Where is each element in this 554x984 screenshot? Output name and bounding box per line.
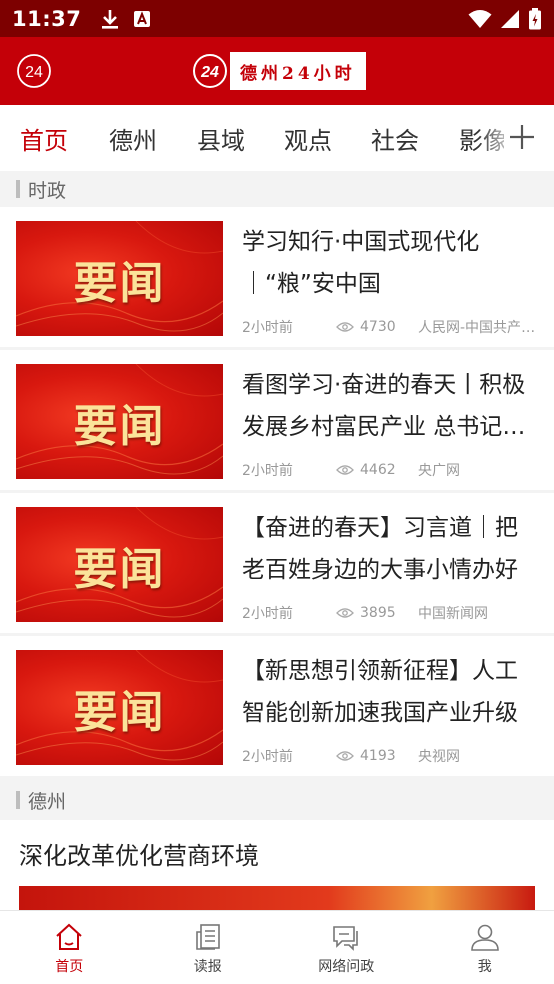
chat-icon (333, 925, 359, 951)
signal-icon (501, 9, 519, 28)
featured-title: 深化改革优化营商环境 (19, 842, 259, 870)
section-title: 德州 (28, 790, 67, 813)
tab-home[interactable]: 首页 (16, 121, 72, 174)
eye-icon (336, 608, 354, 618)
logo-24-icon[interactable]: 24 (16, 53, 52, 89)
news-thumbnail: 要闻 (16, 650, 223, 765)
news-time: 2小时前 (242, 463, 293, 479)
news-time: 2小时前 (242, 320, 293, 336)
brand-logo: 24 德州24小时 (192, 51, 366, 91)
status-bar: 11:37 (0, 0, 554, 37)
brand-24-icon: 24 (193, 54, 227, 88)
status-time: 11:37 (12, 6, 82, 31)
nav-online-inquiry[interactable]: 网络问政 (277, 911, 416, 984)
a-letter-icon (134, 10, 151, 27)
thumb-text: 要闻 (73, 686, 166, 738)
news-thumbnail: 要闻 (16, 507, 223, 622)
news-source: 人民网-中国共产党新闻网 (418, 320, 538, 336)
news-source: 中国新闻网 (418, 606, 488, 622)
section-header-politics: 时政 (0, 171, 554, 207)
section-header-dezhou: 德州 (0, 782, 554, 818)
download-icon (102, 9, 119, 29)
tab-society[interactable]: 社会 (367, 121, 423, 156)
logo-small-text: 24 (25, 64, 43, 81)
news-views: 4730 (360, 319, 396, 335)
thumb-text: 要闻 (73, 257, 166, 309)
thumb-text: 要闻 (73, 543, 166, 595)
news-meta: 2小时前 4730 人民网-中国共产党新闻网 (242, 317, 538, 337)
news-views: 4193 (360, 748, 396, 764)
nav-newspaper[interactable]: 读报 (139, 911, 278, 984)
news-item[interactable]: 要闻 【奋进的春天】习言道｜把老百姓身边的大事小情办好 2小时前 3895 中国… (0, 493, 554, 633)
news-item[interactable]: 要闻 学习知行·中国式现代化｜“粮”安中国 2小时前 4730 人民网-中国共产… (0, 207, 554, 347)
tab-opinion[interactable]: 观点 (280, 121, 336, 156)
nav-label: 首页 (55, 958, 84, 975)
section-title: 时政 (28, 179, 67, 202)
app-screen: 11:37 24 24 德州24小时 首页 德州 县域 观点 社会 时政 要闻 … (0, 0, 554, 984)
nav-home[interactable]: 首页 (0, 911, 139, 984)
eye-icon (336, 465, 354, 475)
news-thumbnail: 要闻 (16, 221, 223, 336)
tab-dezhou[interactable]: 德州 (105, 121, 161, 156)
brand-number: 24 (200, 64, 219, 81)
news-meta: 2小时前 4193 央视网 (242, 746, 538, 766)
eye-icon (336, 751, 354, 761)
news-source: 央广网 (418, 463, 460, 479)
section-marker (16, 791, 20, 809)
tab-county[interactable]: 县域 (193, 121, 249, 156)
nav-label: 网络问政 (318, 958, 375, 975)
battery-icon (529, 7, 541, 29)
featured-story[interactable]: 深化改革优化营商环境 (0, 820, 554, 916)
wifi-icon (468, 9, 492, 28)
news-views: 3895 (360, 605, 396, 621)
news-thumbnail: 要闻 (16, 364, 223, 479)
brand-text: 德州24小时 (230, 52, 366, 90)
news-item[interactable]: 要闻 看图学习·奋进的春天丨积极发展乡村富民产业 总书记这样强调 2小时前 44… (0, 350, 554, 490)
channel-tabs: 首页 德州 县域 观点 社会 影像 (0, 105, 554, 174)
news-title: 【新思想引领新征程】人工智能创新加速我国产业升级 (242, 658, 518, 726)
news-source: 央视网 (418, 749, 460, 765)
nav-label: 读报 (193, 958, 222, 975)
newspaper-icon (195, 923, 220, 950)
news-item[interactable]: 要闻 【新思想引领新征程】人工智能创新加速我国产业升级 2小时前 4193 央视… (0, 636, 554, 776)
eye-icon (336, 322, 354, 332)
news-meta: 2小时前 4462 央广网 (242, 460, 538, 480)
news-title: 学习知行·中国式现代化｜“粮”安中国 (242, 229, 480, 297)
news-views: 4462 (360, 462, 396, 478)
news-title: 【奋进的春天】习言道｜把老百姓身边的大事小情办好 (242, 515, 518, 583)
news-time: 2小时前 (242, 606, 293, 622)
nav-label: 我 (477, 958, 492, 975)
news-title: 看图学习·奋进的春天丨积极发展乡村富民产业 总书记这样强调 (242, 372, 526, 440)
bottom-nav: 首页 读报 网络问政 我 (0, 910, 554, 984)
home-icon (56, 923, 82, 950)
section-marker (16, 180, 20, 198)
news-meta: 2小时前 3895 中国新闻网 (242, 603, 538, 623)
add-channel-icon[interactable] (504, 119, 540, 155)
nav-profile[interactable]: 我 (416, 911, 554, 984)
app-header: 24 24 德州24小时 (0, 37, 554, 105)
user-icon (470, 924, 499, 951)
news-time: 2小时前 (242, 749, 293, 765)
thumb-text: 要闻 (73, 400, 166, 452)
